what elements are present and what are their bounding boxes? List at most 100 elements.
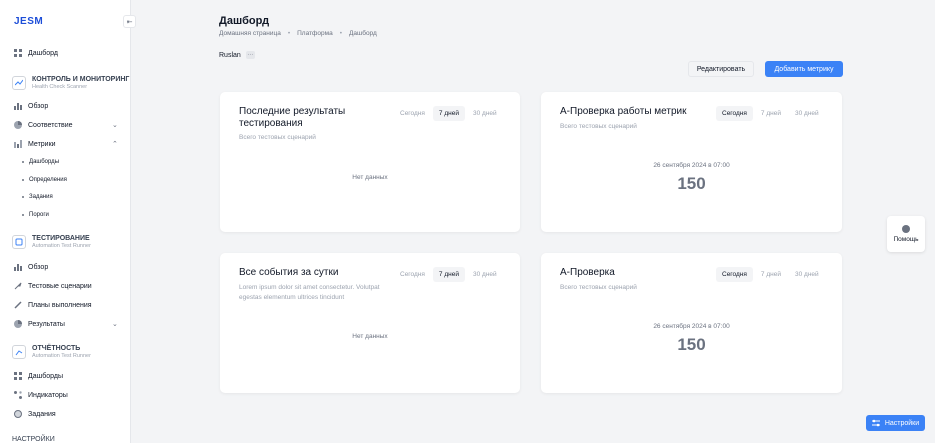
pie-icon [14,121,22,129]
breadcrumb-separator: • [339,30,342,37]
more-icon[interactable]: ··· [245,51,255,59]
metric-card: А-Проверка Всего тестовых сценарий Сегод… [541,253,842,393]
bullet-icon [22,196,24,198]
edit-button[interactable]: Редактировать [688,61,754,77]
bullet-icon [22,179,24,181]
sidebar-item-label: Соответствие [28,121,73,129]
sidebar-settings-heading: НАСТРОЙКИ [12,436,55,443]
card-subtitle: Всего тестовых сценарий [560,123,637,130]
sidebar-item-execution-plans[interactable]: Планы выполнения [14,301,92,309]
sidebar-item-test-scenarios[interactable]: Тестовые сценарии [14,282,92,290]
settings-button[interactable]: Настройки [866,415,925,431]
tab-30-days[interactable]: 30 дней [789,106,825,121]
metric-card: Последние результаты тестирования Всего … [220,92,520,232]
section-title: КОНТРОЛЬ И МОНИТОРИНГ [32,76,130,83]
sidebar-item-label: Тестовые сценарии [28,282,92,290]
logo[interactable]: JESM [14,16,43,27]
metric-card: А-Проверка работы метрик Всего тестовых … [541,92,842,232]
collapse-sidebar-button[interactable]: ⇤ [123,15,136,28]
tab-today[interactable]: Сегодня [716,267,753,282]
sidebar-item-dashboard[interactable]: Дашборд [14,49,58,57]
breadcrumb-home[interactable]: Домашняя страница [219,30,281,37]
test-runner-icon [12,235,26,249]
breadcrumb-platform[interactable]: Платформа [297,30,333,37]
tab-30-days[interactable]: 30 дней [467,267,503,282]
sidebar-item-compliance[interactable]: Соответствие [14,121,73,129]
chevron-down-icon[interactable]: ⌄ [112,320,118,328]
card-subtitle: Всего тестовых сценарий [239,134,316,141]
tab-7-days[interactable]: 7 дней [432,106,465,121]
sidebar-item-label: Результаты [28,320,65,328]
settings-label: Настройки [884,419,920,427]
card-title: Все события за сутки [239,267,339,278]
tab-today[interactable]: Сегодня [394,106,431,121]
chart-icon [14,264,22,271]
sidebar-item-indicators[interactable]: Индикаторы [14,391,68,399]
tab-30-days[interactable]: 30 дней [789,267,825,282]
report-icon [12,345,26,359]
sidebar-item-label: Обзор [28,263,49,271]
sidebar-item-label: Обзор [28,102,49,110]
sidebar-subitem-label: Задания [29,194,53,200]
sidebar-subitem-label: Дашборды [29,159,59,165]
help-button[interactable]: Помощь [887,216,925,252]
chevron-up-icon[interactable]: ⌃ [112,140,118,148]
sidebar-item-label: Дашборды [28,372,63,380]
sidebar-item-label: Планы выполнения [28,301,92,309]
sidebar-item-label: Индикаторы [28,391,68,399]
sidebar-item-overview[interactable]: Обзор [14,102,48,110]
card-title: А-Проверка работы метрик [560,106,687,117]
period-tabs: Сегодня 7 дней 30 дней [394,267,503,282]
help-icon [902,225,910,233]
section-title: ОТЧЁТНОСТЬ [32,345,81,352]
sidebar-item-results[interactable]: Результаты [14,320,65,328]
tab-7-days[interactable]: 7 дней [755,106,787,121]
period-tabs: Сегодня 7 дней 30 дней [394,106,503,121]
period-tabs: Сегодня 7 дней 30 дней [716,106,825,121]
section-subtitle: Automation Test Runner [32,353,91,359]
sidebar-subitem-definitions[interactable]: Определения [22,177,67,183]
bullet-icon [22,161,24,163]
tab-today[interactable]: Сегодня [716,106,753,121]
card-title: А-Проверка [560,267,615,278]
chart-icon [14,103,22,110]
sidebar-item-dashboards[interactable]: Дашборды [14,372,63,380]
sidebar-subitem-thresholds[interactable]: Пороги [22,212,49,218]
empty-state: Нет данных [352,174,388,181]
tab-today[interactable]: Сегодня [394,267,431,282]
sidebar-item-label: Задания [28,410,56,418]
page-title: Дашборд [219,15,270,27]
pen-icon [14,301,22,309]
chevron-down-icon[interactable]: ⌄ [112,121,118,129]
sidebar-subitem-label: Определения [29,177,67,183]
metric-timestamp: 26 сентября 2024 в 07:00 [653,323,730,330]
breadcrumb: Домашняя страница • Платформа • Дашборд [219,30,377,37]
user-selector[interactable]: Ruslan ··· [219,51,255,59]
sidebar-subitem-dashboards[interactable]: Дашборды [22,159,59,165]
bullet-icon [22,214,24,216]
section-reporting: ОТЧЁТНОСТЬ Automation Test Runner [12,345,91,359]
sidebar-item-overview-testing[interactable]: Обзор [14,263,48,271]
tab-7-days[interactable]: 7 дней [432,267,465,282]
section-subtitle: Health Check Scanner [32,84,88,90]
sidebar-subitem-label: Пороги [29,212,49,218]
grid-icon [14,49,22,57]
help-label: Помощь [893,236,919,243]
bar-chart-icon [14,140,22,148]
breadcrumb-current: Дашборд [348,30,377,37]
card-subtitle: Всего тестовых сценарий [560,284,637,291]
sidebar: JESM ⇤ Дашборд КОНТРОЛЬ И МОНИТОРИНГ Hea… [0,0,136,443]
breadcrumb-separator: • [287,30,291,37]
user-name: Ruslan [219,51,241,59]
pie-icon [14,320,22,328]
tab-7-days[interactable]: 7 дней [755,267,787,282]
sidebar-item-tasks[interactable]: Задания [14,410,56,418]
empty-state: Нет данных [352,333,388,340]
metric-value: 150 [677,174,706,193]
metric-card: Все события за сутки Lorem ipsum dolor s… [220,253,520,393]
tab-30-days[interactable]: 30 дней [467,106,503,121]
sidebar-subitem-tasks[interactable]: Задания [22,194,53,200]
sidebar-item-metrics[interactable]: Метрики [14,140,56,148]
add-metric-button[interactable]: Добавить метрику [765,61,843,77]
section-testing: ТЕСТИРОВАНИЕ Automation Test Runner [12,235,91,249]
